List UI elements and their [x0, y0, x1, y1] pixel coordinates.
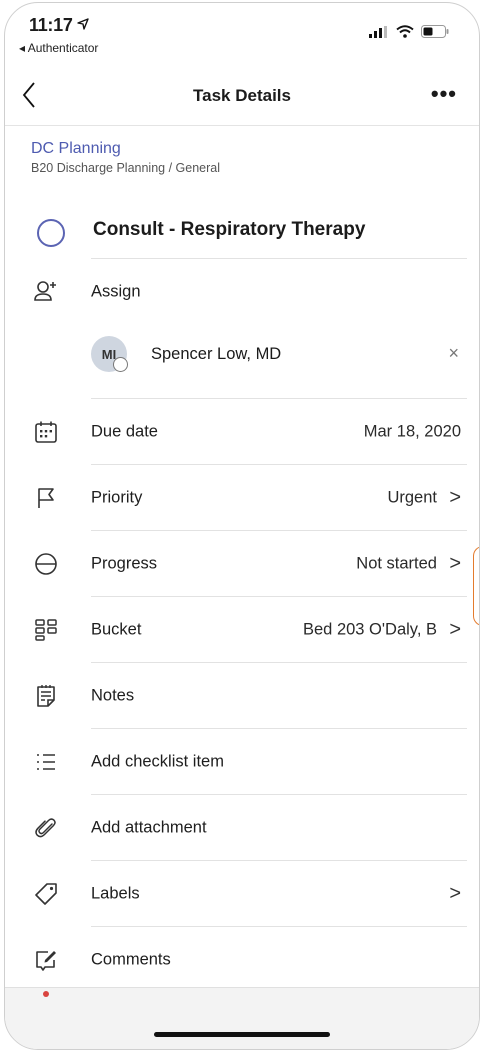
- phone-frame: 11:17 ◂ Authenticator Task Details ••• D…: [4, 2, 480, 1050]
- calendar-icon: [33, 419, 59, 445]
- chevron-right-icon: >: [449, 618, 461, 641]
- tag-icon: [33, 881, 59, 907]
- flag-icon: [33, 485, 59, 511]
- add-attachment-row[interactable]: Add attachment: [5, 795, 479, 861]
- due-date-label: Due date: [91, 422, 158, 441]
- comment-edit-icon: [33, 947, 59, 973]
- bucket-grid-icon: [33, 617, 59, 643]
- home-indicator[interactable]: [154, 1032, 330, 1037]
- notes-icon: [33, 683, 59, 709]
- location-arrow-icon: [77, 18, 89, 30]
- add-checklist-row[interactable]: Add checklist item: [5, 729, 479, 795]
- bucket-value: Bed 203 O'Daly, B: [303, 620, 437, 639]
- notes-label: Notes: [91, 686, 135, 705]
- task-title-row: [5, 193, 479, 259]
- checklist-icon: [33, 749, 59, 775]
- add-checklist-label: Add checklist item: [91, 752, 224, 771]
- row-divider: [91, 258, 467, 259]
- chevron-right-icon: >: [449, 552, 461, 575]
- cellular-signal-icon: [369, 25, 387, 38]
- chevron-right-icon: >: [449, 882, 461, 905]
- priority-row[interactable]: Priority Urgent >: [5, 465, 479, 531]
- chevron-right-icon: >: [449, 486, 461, 509]
- due-date-value: Mar 18, 2020: [363, 422, 461, 441]
- status-icons: [369, 25, 449, 38]
- add-attachment-label: Add attachment: [91, 818, 207, 837]
- assign-row[interactable]: Assign: [5, 260, 479, 324]
- back-to-app-link[interactable]: ◂ Authenticator: [19, 41, 98, 55]
- add-person-icon: [33, 279, 59, 305]
- battery-icon: [421, 25, 449, 38]
- paperclip-icon: [33, 815, 59, 841]
- progress-row[interactable]: Progress Not started >: [5, 531, 479, 597]
- comments-row[interactable]: Comments: [5, 927, 479, 993]
- bucket-label: Bucket: [91, 620, 142, 639]
- navigation-bar: Task Details •••: [5, 77, 479, 117]
- priority-label: Priority: [91, 488, 143, 507]
- more-options-button[interactable]: •••: [431, 83, 457, 105]
- plan-path: B20 Discharge Planning / General: [31, 161, 221, 175]
- status-time: 11:17: [29, 15, 89, 36]
- page-title: Task Details: [193, 86, 291, 105]
- bucket-row[interactable]: Bucket Bed 203 O'Daly, B >: [5, 597, 479, 663]
- plan-name-link[interactable]: DC Planning: [31, 140, 121, 158]
- labels-label: Labels: [91, 884, 140, 903]
- comments-label: Comments: [91, 950, 171, 969]
- bottom-toolbar: [5, 987, 479, 1049]
- notes-row[interactable]: Notes: [5, 663, 479, 729]
- labels-row[interactable]: Labels >: [5, 861, 479, 927]
- progress-label: Progress: [91, 554, 158, 573]
- priority-value: Urgent: [387, 488, 437, 507]
- progress-circle-icon: [33, 551, 59, 577]
- header-divider: [5, 125, 479, 126]
- wifi-icon: [396, 25, 414, 38]
- progress-value: Not started: [356, 554, 437, 573]
- partial-icon: [43, 991, 49, 997]
- assignee-divider-row: [5, 333, 479, 399]
- due-date-row[interactable]: Due date Mar 18, 2020: [5, 399, 479, 465]
- annotation-bracket: [473, 546, 479, 626]
- assign-label: Assign: [91, 282, 141, 301]
